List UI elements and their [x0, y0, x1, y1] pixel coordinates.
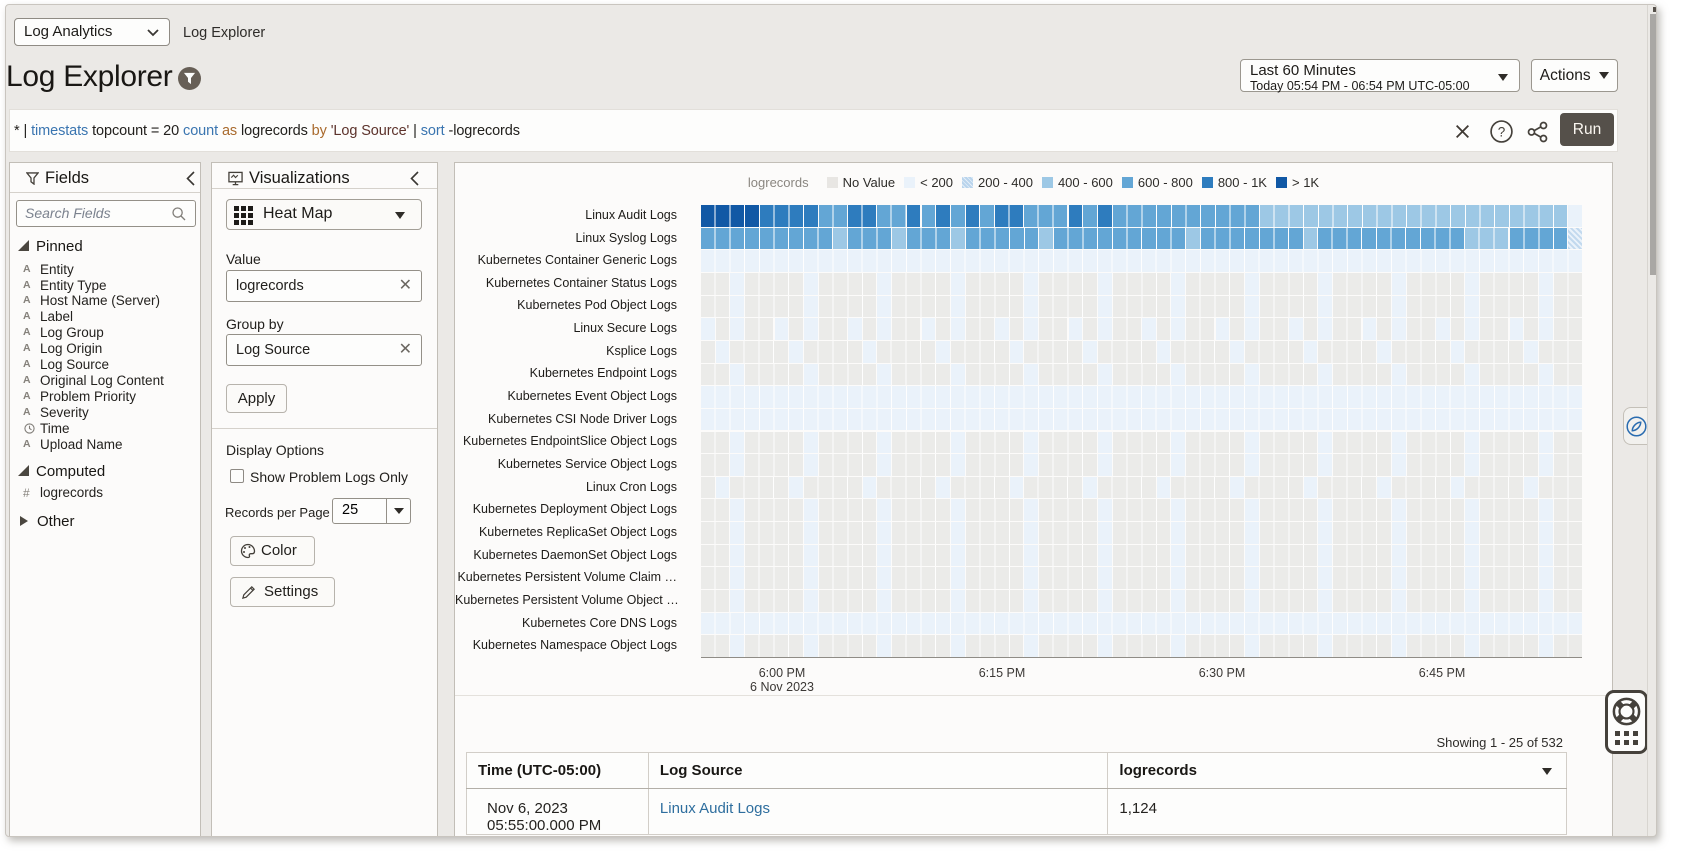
svg-text:?: ?: [1498, 125, 1506, 140]
